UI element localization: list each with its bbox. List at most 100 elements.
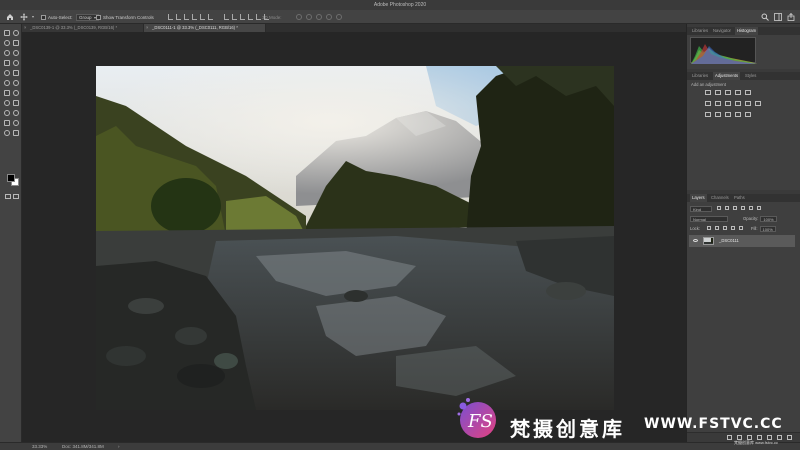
visibility-eye-icon[interactable]	[693, 239, 698, 242]
auto-select-check[interactable]	[41, 14, 46, 20]
blend-mode[interactable]: Normal	[690, 215, 728, 222]
lasso-tool-icon[interactable]	[4, 40, 10, 46]
align-icon[interactable]	[200, 14, 205, 20]
align-icon[interactable]	[192, 14, 197, 20]
auto-select-checkbox[interactable]: Auto-Select:	[41, 13, 73, 21]
screen-mode-icon[interactable]	[13, 194, 19, 199]
foreground-color-swatch[interactable]	[7, 174, 15, 182]
healing-brush-icon[interactable]	[13, 60, 19, 66]
tab-libraries[interactable]: Libraries	[690, 72, 710, 80]
curves-icon[interactable]	[725, 90, 731, 95]
tab-dsc0111[interactable]: × _DSC0111-1 @ 33.3% (_DSC0111, RGB/16) …	[144, 24, 266, 32]
close-tab-icon[interactable]: ×	[24, 24, 26, 32]
layer-filter[interactable]: Kind	[690, 205, 712, 212]
brush-tool-icon[interactable]	[4, 70, 10, 76]
rectangle-tool-icon[interactable]	[4, 120, 10, 126]
zoom-tool-icon[interactable]	[4, 130, 10, 136]
levels-icon[interactable]	[715, 90, 721, 95]
align-icon[interactable]	[248, 14, 253, 20]
vibrance-icon[interactable]	[745, 90, 751, 95]
show-transform-checkbox[interactable]: Show Transform Controls	[96, 13, 154, 21]
fill-control[interactable]: Fill: 100%	[751, 225, 776, 232]
clone-stamp-icon[interactable]	[13, 70, 19, 76]
workspace-icon[interactable]	[774, 13, 782, 21]
history-brush-icon[interactable]	[4, 80, 10, 86]
align-icon[interactable]	[232, 14, 237, 20]
status-arrow-icon[interactable]: ›	[118, 444, 120, 449]
document-image[interactable]	[96, 66, 614, 410]
tool-preset-dropdown[interactable]	[32, 13, 34, 21]
3d-mode-icon[interactable]	[316, 14, 322, 20]
layer-filter-icon[interactable]	[741, 206, 745, 210]
tab-layers[interactable]: Layers	[690, 194, 707, 202]
home-icon[interactable]	[6, 13, 14, 21]
search-icon[interactable]	[761, 13, 769, 21]
tab-navigator[interactable]: Navigator	[711, 27, 733, 35]
threshold-icon[interactable]	[725, 112, 731, 117]
lock-icon[interactable]	[715, 226, 719, 230]
canvas-area[interactable]	[22, 32, 686, 442]
posterize-icon[interactable]	[715, 112, 721, 117]
3d-mode-icon[interactable]	[336, 14, 342, 20]
tab-adjustments[interactable]: Adjustments	[713, 72, 741, 80]
align-icon[interactable]	[240, 14, 245, 20]
more-tools-icon[interactable]	[13, 130, 19, 136]
layer-filter-icon[interactable]	[749, 206, 753, 210]
black-white-icon[interactable]	[725, 101, 731, 106]
layer-row[interactable]: _DSC0111	[689, 235, 795, 247]
fill-value[interactable]: 100%	[759, 225, 776, 232]
eraser-tool-icon[interactable]	[13, 80, 19, 86]
3d-mode-icon[interactable]	[306, 14, 312, 20]
gradient-map-icon[interactable]	[735, 112, 741, 117]
align-icon[interactable]	[208, 14, 213, 20]
type-tool-icon[interactable]	[4, 110, 10, 116]
dodge-tool-icon[interactable]	[4, 100, 10, 106]
marquee-tool-icon[interactable]	[13, 30, 19, 36]
3d-mode-icon[interactable]	[296, 14, 302, 20]
tab-histogram[interactable]: Histogram	[735, 27, 759, 35]
zoom-level[interactable]: 33.33%	[32, 444, 47, 449]
show-transform-check[interactable]	[96, 14, 101, 20]
tab-paths[interactable]: Paths	[732, 194, 747, 202]
lock-icon[interactable]	[739, 226, 743, 230]
gradient-tool-icon[interactable]	[4, 90, 10, 96]
layer-filter-icon[interactable]	[733, 206, 737, 210]
brightness-icon[interactable]	[705, 90, 711, 95]
align-icon[interactable]	[168, 14, 173, 20]
tab-styles[interactable]: Styles	[743, 72, 758, 80]
hand-tool-icon[interactable]	[13, 120, 19, 126]
path-select-icon[interactable]	[13, 110, 19, 116]
color-balance-icon[interactable]	[715, 101, 721, 106]
filter-kind-dropdown[interactable]: Kind	[690, 205, 712, 212]
tab-channels[interactable]: Channels	[709, 194, 731, 202]
lock-icon[interactable]	[707, 226, 711, 230]
close-tab-icon[interactable]: ×	[146, 24, 148, 32]
layer-filter-icon[interactable]	[725, 206, 729, 210]
quick-mask-icon[interactable]	[5, 194, 11, 199]
tab-dsc0139[interactable]: × _DSC0139-1 @ 33.3% (_DSC0139, RGB/16) …	[22, 24, 144, 32]
tab-libraries-top[interactable]: Libraries	[690, 27, 710, 35]
photo-filter-icon[interactable]	[735, 101, 741, 106]
lock-icon[interactable]	[723, 226, 727, 230]
move-tool-icon[interactable]	[4, 30, 10, 36]
frame-tool-icon[interactable]	[13, 50, 19, 56]
layer-name[interactable]: _DSC0111	[719, 238, 739, 243]
align-icon[interactable]	[256, 14, 261, 20]
quick-select-tool-icon[interactable]	[13, 40, 19, 46]
blend-mode-dropdown[interactable]: Normal	[690, 215, 728, 222]
align-icon[interactable]	[176, 14, 181, 20]
layer-filter-icon[interactable]	[757, 206, 761, 210]
channel-mixer-icon[interactable]	[745, 101, 751, 106]
pen-tool-icon[interactable]	[13, 100, 19, 106]
blur-tool-icon[interactable]	[13, 90, 19, 96]
move-tool-icon[interactable]	[20, 13, 28, 21]
hue-saturation-icon[interactable]	[705, 101, 711, 106]
share-icon[interactable]	[787, 13, 795, 21]
3d-mode-icon[interactable]	[326, 14, 332, 20]
invert-icon[interactable]	[705, 112, 711, 117]
align-icon[interactable]	[224, 14, 229, 20]
exposure-icon[interactable]	[735, 90, 741, 95]
opacity-value[interactable]: 100%	[760, 215, 777, 222]
opacity-control[interactable]: Opacity: 100%	[743, 215, 777, 222]
selective-color-icon[interactable]	[745, 112, 751, 117]
